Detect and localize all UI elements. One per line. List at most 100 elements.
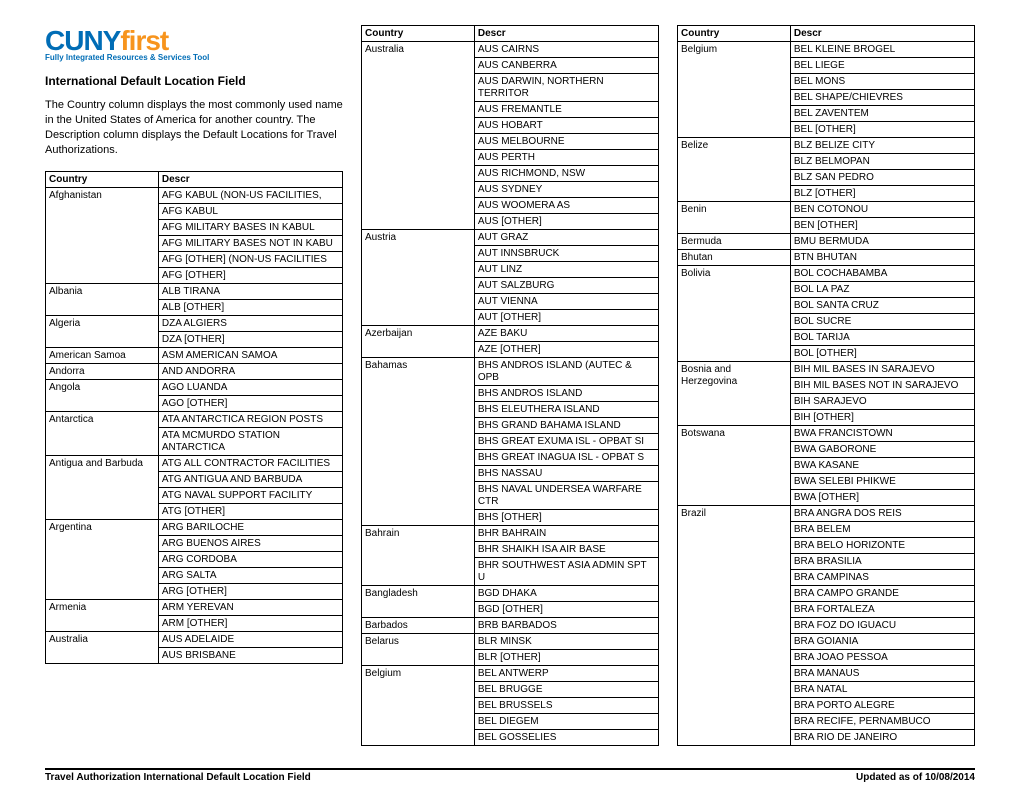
descr-cell: AUS CANBERRA	[474, 58, 658, 74]
country-cell: Australia	[46, 632, 159, 664]
descr-cell: BHS [OTHER]	[474, 510, 658, 526]
descr-cell: ARM [OTHER]	[158, 616, 342, 632]
page-title: International Default Location Field	[45, 74, 343, 88]
descr-cell: BRA FOZ DO IGUACU	[790, 618, 974, 634]
descr-cell: BOL [OTHER]	[790, 346, 974, 362]
descr-cell: ARG BARILOCHE	[158, 520, 342, 536]
descr-cell: BWA SELEBI PHIKWE	[790, 474, 974, 490]
descr-cell: AUT [OTHER]	[474, 310, 658, 326]
table-row: AustriaAUT GRAZ	[362, 230, 659, 246]
logo-subtitle: Fully Integrated Resources & Services To…	[45, 53, 343, 62]
country-cell: Angola	[46, 380, 159, 412]
table-row: AntarcticaATA ANTARCTICA REGION POSTS	[46, 412, 343, 428]
descr-cell: BOL LA PAZ	[790, 282, 974, 298]
descr-cell: AFG [OTHER] (NON-US FACILITIES	[158, 252, 342, 268]
descr-cell: ARG SALTA	[158, 568, 342, 584]
descr-cell: BMU BERMUDA	[790, 234, 974, 250]
descr-cell: AUT VIENNA	[474, 294, 658, 310]
descr-cell: BRA BRASILIA	[790, 554, 974, 570]
descr-cell: BRA CAMPINAS	[790, 570, 974, 586]
descr-cell: AUS PERTH	[474, 150, 658, 166]
country-cell: Albania	[46, 284, 159, 316]
country-cell: Antarctica	[46, 412, 159, 456]
descr-cell: BHS NAVAL UNDERSEA WARFARE CTR	[474, 482, 658, 510]
table-row: Bosnia and HerzegovinaBIH MIL BASES IN S…	[678, 362, 975, 378]
descr-cell: BHS ELEUTHERA ISLAND	[474, 402, 658, 418]
table-row: AlgeriaDZA ALGIERS	[46, 316, 343, 332]
table-row: AustraliaAUS ADELAIDE	[46, 632, 343, 648]
descr-cell: BHR SHAIKH ISA AIR BASE	[474, 542, 658, 558]
table-row: AustraliaAUS CAIRNS	[362, 42, 659, 58]
descr-cell: ARG BUENOS AIRES	[158, 536, 342, 552]
header-descr: Descr	[158, 172, 342, 188]
logo: CUNYfirst Fully Integrated Resources & S…	[45, 25, 343, 62]
table-row: BangladeshBGD DHAKA	[362, 586, 659, 602]
descr-cell: ATG ALL CONTRACTOR FACILITIES	[158, 456, 342, 472]
descr-cell: BGD DHAKA	[474, 586, 658, 602]
table-row: BelgiumBEL KLEINE BROGEL	[678, 42, 975, 58]
descr-cell: BRA BELO HORIZONTE	[790, 538, 974, 554]
descr-cell: BHR SOUTHWEST ASIA ADMIN SPT U	[474, 558, 658, 586]
descr-cell: BLZ SAN PEDRO	[790, 170, 974, 186]
locations-table-col1: CountryDescrAfghanistanAFG KABUL (NON-US…	[45, 171, 343, 664]
descr-cell: BEL BRUGGE	[474, 682, 658, 698]
descr-cell: ALB TIRANA	[158, 284, 342, 300]
table-row: AlbaniaALB TIRANA	[46, 284, 343, 300]
descr-cell: AFG KABUL	[158, 204, 342, 220]
descr-cell: AUS HOBART	[474, 118, 658, 134]
country-cell: Bahamas	[362, 358, 475, 526]
descr-cell: ARG CORDOBA	[158, 552, 342, 568]
country-cell: Bangladesh	[362, 586, 475, 618]
descr-cell: BHS GREAT INAGUA ISL - OPBAT S	[474, 450, 658, 466]
descr-cell: ATG NAVAL SUPPORT FACILITY	[158, 488, 342, 504]
country-cell: Belarus	[362, 634, 475, 666]
descr-cell: AFG [OTHER]	[158, 268, 342, 284]
descr-cell: AUS DARWIN, NORTHERN TERRITOR	[474, 74, 658, 102]
descr-cell: BRA RECIFE, PERNAMBUCO	[790, 714, 974, 730]
table-row: BelizeBLZ BELIZE CITY	[678, 138, 975, 154]
descr-cell: BIH MIL BASES NOT IN SARAJEVO	[790, 378, 974, 394]
table-row: BotswanaBWA FRANCISTOWN	[678, 426, 975, 442]
descr-cell: AUS MELBOURNE	[474, 134, 658, 150]
table-row: BermudaBMU BERMUDA	[678, 234, 975, 250]
table-row: BoliviaBOL COCHABAMBA	[678, 266, 975, 282]
country-cell: Belgium	[362, 666, 475, 746]
country-cell: Bahrain	[362, 526, 475, 586]
descr-cell: ARG [OTHER]	[158, 584, 342, 600]
page-footer: Travel Authorization International Defau…	[45, 768, 975, 783]
descr-cell: BRA PORTO ALEGRE	[790, 698, 974, 714]
table-row: BeninBEN COTONOU	[678, 202, 975, 218]
country-cell: Benin	[678, 202, 791, 234]
descr-cell: BRA MANAUS	[790, 666, 974, 682]
country-cell: Belize	[678, 138, 791, 202]
descr-cell: AUS FREMANTLE	[474, 102, 658, 118]
locations-table-col3: CountryDescrBelgiumBEL KLEINE BROGELBEL …	[677, 25, 975, 746]
descr-cell: AUS [OTHER]	[474, 214, 658, 230]
descr-cell: BWA [OTHER]	[790, 490, 974, 506]
descr-cell: BOL SUCRE	[790, 314, 974, 330]
descr-cell: DZA ALGIERS	[158, 316, 342, 332]
locations-table-col2: CountryDescrAustraliaAUS CAIRNSAUS CANBE…	[361, 25, 659, 746]
country-cell: Algeria	[46, 316, 159, 348]
table-row: American SamoaASM AMERICAN SAMOA	[46, 348, 343, 364]
descr-cell: BRA RIO DE JANEIRO	[790, 730, 974, 746]
country-cell: Brazil	[678, 506, 791, 746]
footer-left: Travel Authorization International Defau…	[45, 772, 311, 783]
descr-cell: AUS WOOMERA AS	[474, 198, 658, 214]
descr-cell: BGD [OTHER]	[474, 602, 658, 618]
header-country: Country	[362, 26, 475, 42]
descr-cell: ATG [OTHER]	[158, 504, 342, 520]
descr-cell: BEL ZAVENTEM	[790, 106, 974, 122]
descr-cell: AUT GRAZ	[474, 230, 658, 246]
descr-cell: AZE BAKU	[474, 326, 658, 342]
descr-cell: BRA BELEM	[790, 522, 974, 538]
descr-cell: BWA GABORONE	[790, 442, 974, 458]
descr-cell: BHS GREAT EXUMA ISL - OPBAT SI	[474, 434, 658, 450]
table-row: BahamasBHS ANDROS ISLAND (AUTEC & OPB	[362, 358, 659, 386]
table-row: ArgentinaARG BARILOCHE	[46, 520, 343, 536]
descr-cell: BHS ANDROS ISLAND	[474, 386, 658, 402]
descr-cell: AUS RICHMOND, NSW	[474, 166, 658, 182]
header-country: Country	[678, 26, 791, 42]
descr-cell: BIH MIL BASES IN SARAJEVO	[790, 362, 974, 378]
header-descr: Descr	[474, 26, 658, 42]
